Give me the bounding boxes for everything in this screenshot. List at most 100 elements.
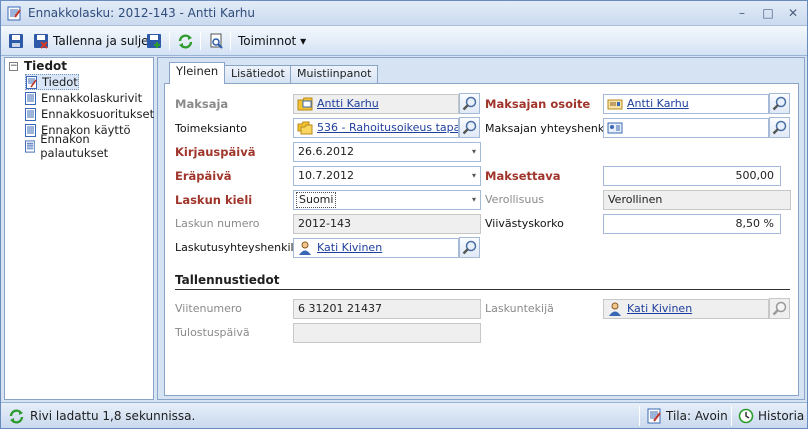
maksajan-yhteyshenkilo-lookup-button[interactable]: [769, 117, 790, 138]
refresh-icon: [178, 33, 193, 49]
viivastyskorko-field[interactable]: 8,50 %: [603, 214, 781, 234]
app-window: Ennakkolasku: 2012-143 - Antti Karhu – □…: [0, 0, 808, 429]
magnifier-icon: [772, 120, 787, 135]
maximize-button[interactable]: □: [757, 5, 779, 22]
document-icon: [25, 139, 36, 153]
verollisuus-value: Verollinen: [608, 193, 663, 206]
laskutusyhteyshenkilo-label: Laskutusyhteyshenkilö: [175, 241, 301, 254]
viivastyskorko-value: 8,50 %: [735, 217, 774, 230]
status-bar: Rivi ladattu 1,8 sekunnissa. Tila: Avoin…: [1, 402, 807, 428]
actions-menu[interactable]: Toiminnot ▾: [234, 30, 306, 52]
folder-contact-icon: [297, 97, 313, 111]
verollisuus-label: Verollisuus: [485, 193, 545, 206]
status-state[interactable]: Tila: Avoin: [646, 407, 728, 425]
print-preview-button[interactable]: [208, 30, 225, 52]
status-message-text: Rivi ladattu 1,8 sekunnissa.: [30, 409, 196, 423]
toimeksianto-lookup-button[interactable]: [459, 117, 480, 138]
minimize-button[interactable]: –: [731, 5, 753, 22]
toolbar-separator: [200, 32, 201, 50]
status-separator: [639, 406, 640, 426]
laskun-numero-field: 2012-143: [293, 214, 481, 234]
viitenumero-label: Viitenumero: [175, 302, 242, 315]
maksajan-osoite-field[interactable]: Antti Karhu: [603, 94, 769, 114]
tree-root-label: Tiedot: [24, 59, 68, 73]
magnifier-icon: [772, 301, 787, 316]
title-bar: Ennakkolasku: 2012-143 - Antti Karhu – □…: [1, 1, 807, 26]
toimeksianto-label: Toimeksianto: [175, 122, 248, 135]
tab-lisatiedot[interactable]: Lisätiedot: [224, 65, 292, 83]
save-button[interactable]: [8, 30, 24, 52]
dropdown-arrow-icon[interactable]: ▾: [472, 143, 476, 161]
magnifier-icon: [462, 240, 477, 255]
history-button[interactable]: Historia: [738, 407, 804, 425]
maksajan-osoite-value[interactable]: Antti Karhu: [627, 95, 689, 113]
tab-muistiinpanot[interactable]: Muistiinpanot: [290, 65, 379, 83]
laskun-kieli-select[interactable]: Suomi ▾: [293, 190, 481, 210]
status-message: Rivi ladattu 1,8 sekunnissa.: [8, 407, 195, 425]
actions-menu-label: Toiminnot ▾: [238, 34, 307, 48]
dropdown-arrow-icon[interactable]: ▾: [472, 167, 476, 185]
erapaiva-value: 10.7.2012: [298, 169, 354, 182]
erapaiva-label: Eräpäivä: [175, 169, 232, 183]
history-label: Historia: [758, 409, 805, 423]
laskuntekija-value[interactable]: Kati Kivinen: [627, 300, 692, 318]
tree-item-label: Ennakkolaskurivit: [41, 91, 143, 105]
tree-item-ennakkosuoritukset[interactable]: Ennakkosuoritukset: [25, 106, 154, 122]
laskuntekija-lookup-button[interactable]: [769, 298, 790, 319]
maksajan-yhteyshenkilo-field[interactable]: [603, 118, 769, 138]
tree-item-label: Ennakkosuoritukset: [41, 107, 155, 121]
save-and-close-label: Tallenna ja sulje: [53, 34, 149, 48]
laskun-numero-label: Laskun numero: [175, 217, 260, 230]
save-and-close-button[interactable]: Tallenna ja sulje: [33, 30, 149, 52]
tree-item-label: Tiedot: [42, 75, 78, 89]
invoice-app-icon: [7, 6, 21, 21]
laskutusyhteyshenkilo-lookup-button[interactable]: [459, 237, 480, 258]
document-icon: [25, 107, 36, 121]
viivastyskorko-label: Viivästyskorko: [485, 217, 564, 230]
document-icon: [25, 91, 36, 105]
tab-yleinen[interactable]: Yleinen: [169, 62, 226, 84]
maksaja-value[interactable]: Antti Karhu: [317, 95, 379, 113]
save-and-new-button[interactable]: [146, 30, 162, 52]
maksajan-osoite-lookup-button[interactable]: [769, 93, 790, 114]
toimeksianto-field[interactable]: 536 - Rahoitusoikeus tapaus: [293, 118, 459, 138]
section-divider: [175, 289, 790, 290]
maksaja-label: Maksaja: [175, 97, 229, 111]
erapaiva-date-field[interactable]: 10.7.2012 ▾: [293, 166, 481, 186]
maksettava-field[interactable]: 500,00: [603, 166, 781, 186]
address-card-icon: [607, 99, 623, 110]
laskun-kieli-value: Suomi: [296, 192, 337, 208]
kirjauspaiva-date-field[interactable]: 26.6.2012 ▾: [293, 142, 481, 162]
tree-item-ennakkolaskurivit[interactable]: Ennakkolaskurivit: [25, 90, 142, 106]
magnifier-icon: [462, 120, 477, 135]
window-title: Ennakkolasku: 2012-143 - Antti Karhu: [28, 6, 255, 20]
laskuntekija-label: Laskuntekijä: [485, 302, 554, 315]
close-button[interactable]: ✕: [782, 5, 804, 22]
folders-icon: [297, 121, 313, 135]
toolbar: Tallenna ja sulje Toiminnot ▾: [1, 26, 807, 56]
laskutusyhteyshenkilo-field[interactable]: Kati Kivinen: [293, 238, 459, 258]
contact-card-icon: [607, 122, 623, 134]
dropdown-arrow-icon[interactable]: ▾: [472, 191, 476, 209]
tallennustiedot-heading: Tallennustiedot: [175, 273, 280, 287]
person-icon: [609, 302, 621, 316]
laskun-kieli-label: Laskun kieli: [175, 193, 253, 207]
tree-item-ennakon-palautukset[interactable]: Ennakon palautukset: [25, 132, 153, 160]
refresh-button[interactable]: [177, 30, 194, 52]
navigation-tree: − Tiedot Tiedot Ennakkolaskurivit Ennakk…: [4, 57, 154, 400]
maksaja-field[interactable]: Antti Karhu: [293, 94, 459, 114]
maksettava-value: 500,00: [735, 169, 775, 182]
toolbar-separator: [230, 32, 231, 50]
laskuntekija-field[interactable]: Kati Kivinen: [603, 299, 769, 319]
tree-item-tiedot[interactable]: Tiedot: [25, 74, 79, 90]
maksaja-lookup-button[interactable]: [459, 93, 480, 114]
toimeksianto-value[interactable]: 536 - Rahoitusoikeus tapaus: [317, 119, 458, 137]
status-separator: [731, 406, 732, 426]
laskutusyhteyshenkilo-value[interactable]: Kati Kivinen: [317, 239, 382, 257]
tree-root-tiedot[interactable]: − Tiedot: [9, 58, 67, 74]
viitenumero-field: 6 31201 21437: [293, 299, 481, 319]
save-close-icon: [34, 34, 48, 49]
collapse-toggle-icon[interactable]: −: [9, 61, 18, 71]
maksajan-osoite-label: Maksajan osoite: [485, 97, 591, 111]
general-tab-panel: Maksaja Toimeksianto Kirjauspäivä Eräpäi…: [164, 83, 799, 396]
